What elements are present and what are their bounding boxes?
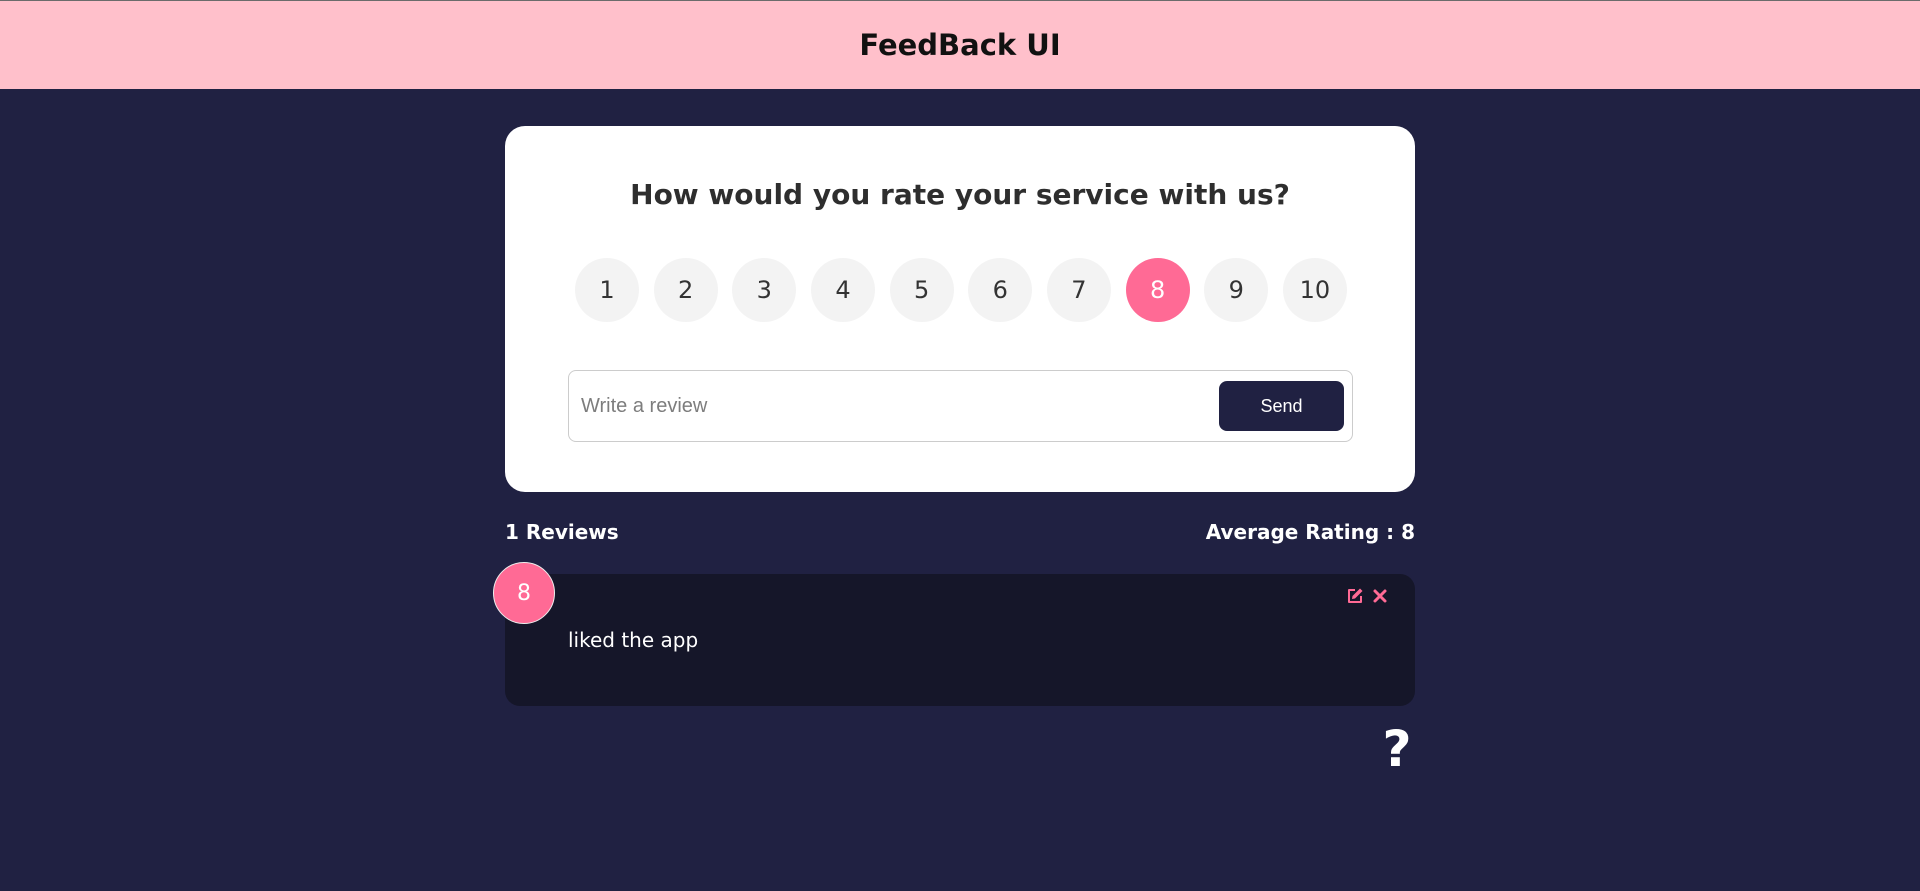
rating-option-4[interactable]: 4 (810, 258, 875, 322)
rating-option-1[interactable]: 1 (575, 258, 639, 322)
review-rating-badge: 8 (493, 562, 555, 624)
rating-option-7[interactable]: 7 (1046, 258, 1111, 322)
rating-option-2[interactable]: 2 (653, 258, 718, 322)
edit-icon[interactable] (1346, 587, 1364, 605)
average-rating: Average Rating : 8 (1205, 520, 1415, 544)
review-input[interactable] (569, 371, 1209, 441)
review-stats: 1 Reviews Average Rating : 8 (505, 520, 1415, 548)
app-header: FeedBack UI (0, 0, 1920, 89)
rating-option-6[interactable]: 6 (968, 258, 1033, 322)
rating-card: How would you rate your service with us?… (505, 126, 1415, 492)
review-count: 1 Reviews (505, 520, 619, 544)
close-icon[interactable] (1372, 588, 1388, 604)
rating-option-3[interactable]: 3 (732, 258, 797, 322)
app-title: FeedBack UI (859, 28, 1061, 62)
send-button[interactable]: Send (1219, 381, 1344, 431)
rating-question: How would you rate your service with us? (630, 178, 1290, 211)
rating-option-8[interactable]: 8 (1125, 258, 1190, 322)
rating-options: 1 2 3 4 5 6 7 8 9 10 (575, 258, 1347, 322)
review-item: 8 liked the app (493, 562, 1415, 706)
rating-option-10[interactable]: 10 (1282, 258, 1347, 322)
rating-option-5[interactable]: 5 (889, 258, 954, 322)
review-form: Send (568, 370, 1353, 442)
rating-option-9[interactable]: 9 (1204, 258, 1269, 322)
review-text: liked the app (568, 628, 699, 652)
question-mark-icon[interactable]: ? (1380, 724, 1414, 774)
